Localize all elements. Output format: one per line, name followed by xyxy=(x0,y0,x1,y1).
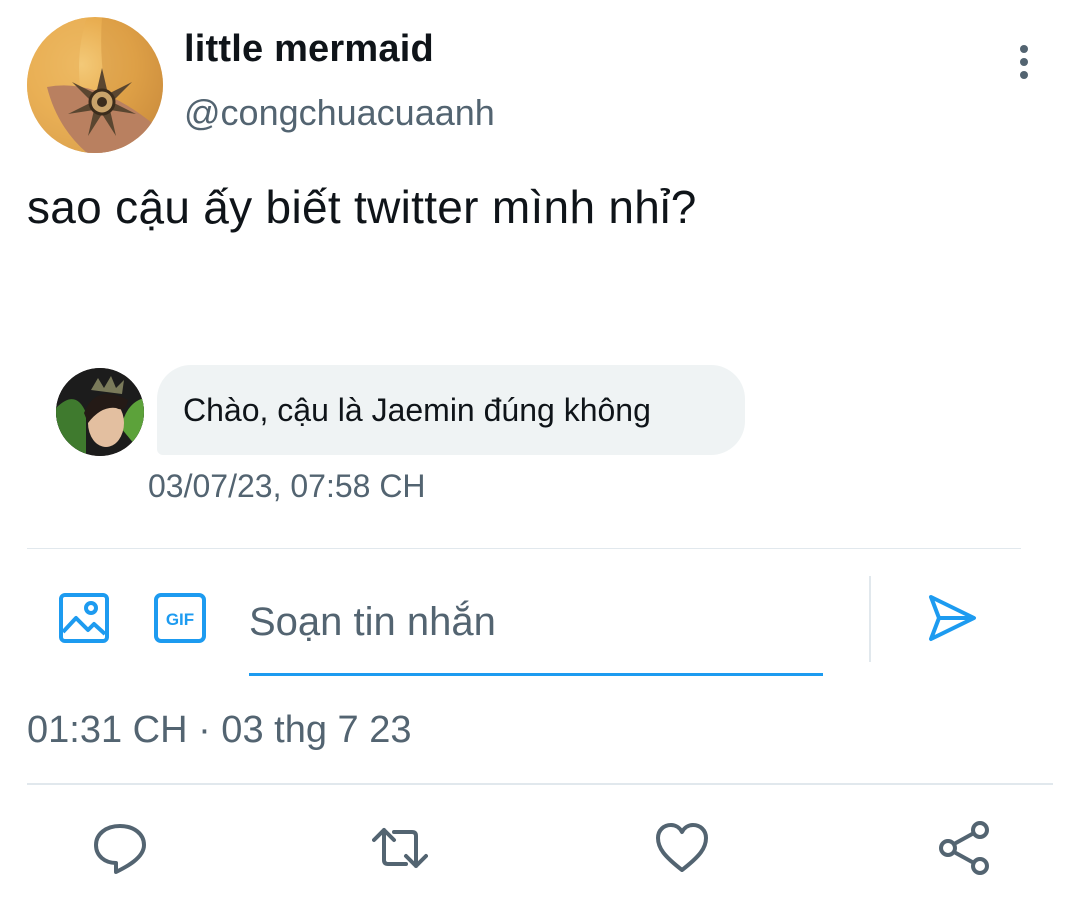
heart-icon[interactable] xyxy=(654,820,710,876)
tweet-timestamp[interactable]: 01:31 CH · 03 thg 7 23 xyxy=(27,709,411,752)
avatar-image xyxy=(27,17,163,153)
dm-avatar-image xyxy=(56,368,144,456)
message-input[interactable] xyxy=(249,590,823,676)
gif-icon[interactable]: GIF xyxy=(153,592,207,644)
more-vertical-icon xyxy=(1020,45,1028,53)
more-options-button[interactable] xyxy=(1008,42,1040,82)
dm-sender-avatar xyxy=(56,368,144,456)
gif-label: GIF xyxy=(166,610,194,629)
author-display-name[interactable]: little mermaid xyxy=(184,28,434,71)
composer-divider xyxy=(869,576,871,662)
image-icon[interactable] xyxy=(58,592,110,644)
author-avatar[interactable] xyxy=(27,17,163,153)
share-icon[interactable] xyxy=(936,820,992,876)
dm-message-bubble: Chào, cậu là Jaemin đúng không xyxy=(157,365,745,455)
dm-timestamp: 03/07/23, 07:58 CH xyxy=(148,468,426,504)
dm-message-text: Chào, cậu là Jaemin đúng không xyxy=(183,391,651,428)
retweet-icon[interactable] xyxy=(372,820,428,876)
author-handle[interactable]: @congchuacuaanh xyxy=(184,92,495,134)
divider xyxy=(27,783,1053,785)
reply-icon[interactable] xyxy=(92,820,148,876)
tweet-text: sao cậu ấy biết twitter mình nhỉ? xyxy=(27,181,697,233)
send-icon[interactable] xyxy=(926,592,978,644)
divider xyxy=(27,548,1021,549)
